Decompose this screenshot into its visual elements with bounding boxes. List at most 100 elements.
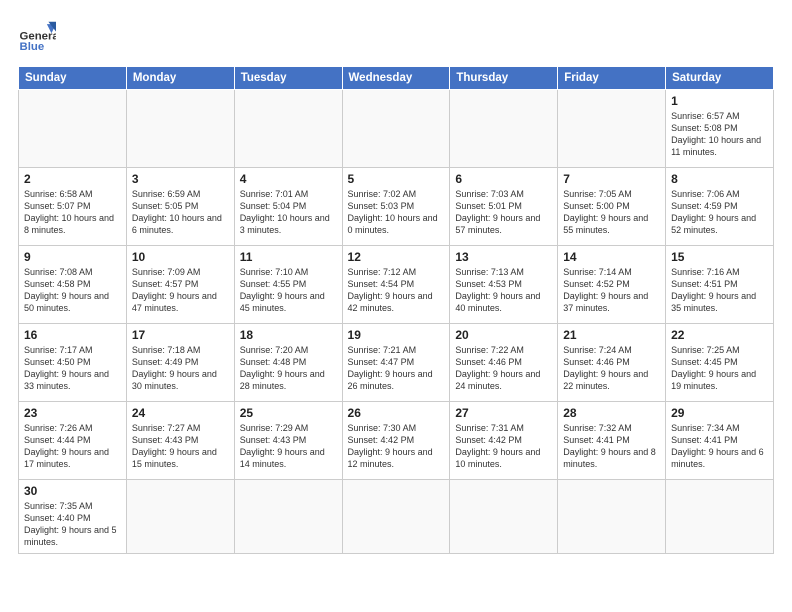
day-number: 1 <box>671 94 768 108</box>
calendar-cell: 24Sunrise: 7:27 AM Sunset: 4:43 PM Dayli… <box>126 402 234 480</box>
day-number: 22 <box>671 328 768 342</box>
day-number: 7 <box>563 172 660 186</box>
day-number: 12 <box>348 250 445 264</box>
day-info: Sunrise: 7:21 AM Sunset: 4:47 PM Dayligh… <box>348 344 445 393</box>
calendar-cell: 11Sunrise: 7:10 AM Sunset: 4:55 PM Dayli… <box>234 246 342 324</box>
col-monday: Monday <box>126 67 234 90</box>
calendar-cell: 13 Sunrise: 7:13 AM Sunset: 4:53 PM Dayli… <box>450 246 558 324</box>
day-number: 5 <box>348 172 445 186</box>
day-info: Sunrise: 7:32 AM Sunset: 4:41 PM Dayligh… <box>563 422 660 471</box>
calendar-cell: 30Sunrise: 7:35 AM Sunset: 4:40 PM Dayli… <box>19 480 127 554</box>
day-number: 13 <box>455 250 552 264</box>
calendar-cell: 16 Sunrise: 7:17 AM Sunset: 4:50 PM Dayli… <box>19 324 127 402</box>
calendar-cell: 23 Sunrise: 7:26 AM Sunset: 4:44 PM Dayli… <box>19 402 127 480</box>
calendar-cell: 2Sunrise: 6:58 AM Sunset: 5:07 PM Daylig… <box>19 168 127 246</box>
calendar-cell: 15 Sunrise: 7:16 AM Sunset: 4:51 PM Dayli… <box>666 246 774 324</box>
calendar-cell: 27Sunrise: 7:31 AM Sunset: 4:42 PM Dayli… <box>450 402 558 480</box>
day-number: 3 <box>132 172 229 186</box>
calendar-cell <box>558 480 666 554</box>
calendar-cell: 21Sunrise: 7:24 AM Sunset: 4:46 PM Dayli… <box>558 324 666 402</box>
calendar-cell <box>19 90 127 168</box>
day-number: 25 <box>240 406 337 420</box>
day-number: 6 <box>455 172 552 186</box>
calendar-table: Sunday Monday Tuesday Wednesday Thursday… <box>18 66 774 554</box>
day-number: 28 <box>563 406 660 420</box>
calendar-cell: 22Sunrise: 7:25 AM Sunset: 4:45 PM Dayli… <box>666 324 774 402</box>
day-number: 19 <box>348 328 445 342</box>
day-info: Sunrise: 7:13 AM Sunset: 4:53 PM Dayligh… <box>455 266 552 315</box>
day-info: Sunrise: 7:17 AM Sunset: 4:50 PM Dayligh… <box>24 344 121 393</box>
day-info: Sunrise: 7:01 AM Sunset: 5:04 PM Dayligh… <box>240 188 337 237</box>
day-info: Sunrise: 6:57 AM Sunset: 5:08 PM Dayligh… <box>671 110 768 159</box>
day-info: Sunrise: 7:06 AM Sunset: 4:59 PM Dayligh… <box>671 188 768 237</box>
day-number: 18 <box>240 328 337 342</box>
day-number: 23 <box>24 406 121 420</box>
calendar-cell: 17Sunrise: 7:18 AM Sunset: 4:49 PM Dayli… <box>126 324 234 402</box>
calendar-cell: 18 Sunrise: 7:20 AM Sunset: 4:48 PM Dayli… <box>234 324 342 402</box>
day-number: 9 <box>24 250 121 264</box>
day-info: Sunrise: 7:14 AM Sunset: 4:52 PM Dayligh… <box>563 266 660 315</box>
day-number: 10 <box>132 250 229 264</box>
calendar-cell: 29 Sunrise: 7:34 AM Sunset: 4:41 PM Dayli… <box>666 402 774 480</box>
day-number: 24 <box>132 406 229 420</box>
calendar-cell <box>126 90 234 168</box>
calendar-cell: 5 Sunrise: 7:02 AM Sunset: 5:03 PM Daylig… <box>342 168 450 246</box>
day-info: Sunrise: 7:22 AM Sunset: 4:46 PM Dayligh… <box>455 344 552 393</box>
calendar-week-row: 9Sunrise: 7:08 AM Sunset: 4:58 PM Daylig… <box>19 246 774 324</box>
calendar-cell: 14 Sunrise: 7:14 AM Sunset: 4:52 PM Dayli… <box>558 246 666 324</box>
calendar-week-row: 30Sunrise: 7:35 AM Sunset: 4:40 PM Dayli… <box>19 480 774 554</box>
day-info: Sunrise: 7:02 AM Sunset: 5:03 PM Dayligh… <box>348 188 445 237</box>
day-number: 15 <box>671 250 768 264</box>
calendar-cell: 1 Sunrise: 6:57 AM Sunset: 5:08 PM Daylig… <box>666 90 774 168</box>
day-info: Sunrise: 7:05 AM Sunset: 5:00 PM Dayligh… <box>563 188 660 237</box>
day-info: Sunrise: 7:29 AM Sunset: 4:43 PM Dayligh… <box>240 422 337 471</box>
day-number: 30 <box>24 484 121 498</box>
calendar-cell: 20Sunrise: 7:22 AM Sunset: 4:46 PM Dayli… <box>450 324 558 402</box>
calendar-cell <box>342 480 450 554</box>
day-number: 14 <box>563 250 660 264</box>
col-sunday: Sunday <box>19 67 127 90</box>
day-info: Sunrise: 7:09 AM Sunset: 4:57 PM Dayligh… <box>132 266 229 315</box>
day-number: 21 <box>563 328 660 342</box>
col-saturday: Saturday <box>666 67 774 90</box>
calendar-cell: 7 Sunrise: 7:05 AM Sunset: 5:00 PM Daylig… <box>558 168 666 246</box>
calendar-cell: 28 Sunrise: 7:32 AM Sunset: 4:41 PM Dayli… <box>558 402 666 480</box>
calendar-cell <box>234 90 342 168</box>
day-number: 2 <box>24 172 121 186</box>
calendar-cell: 25 Sunrise: 7:29 AM Sunset: 4:43 PM Dayli… <box>234 402 342 480</box>
day-info: Sunrise: 7:03 AM Sunset: 5:01 PM Dayligh… <box>455 188 552 237</box>
day-info: Sunrise: 7:16 AM Sunset: 4:51 PM Dayligh… <box>671 266 768 315</box>
calendar-week-row: 1 Sunrise: 6:57 AM Sunset: 5:08 PM Daylig… <box>19 90 774 168</box>
day-info: Sunrise: 7:20 AM Sunset: 4:48 PM Dayligh… <box>240 344 337 393</box>
calendar-cell <box>666 480 774 554</box>
col-wednesday: Wednesday <box>342 67 450 90</box>
calendar-header-row: Sunday Monday Tuesday Wednesday Thursday… <box>19 67 774 90</box>
calendar-cell: 8Sunrise: 7:06 AM Sunset: 4:59 PM Daylig… <box>666 168 774 246</box>
calendar-cell: 4Sunrise: 7:01 AM Sunset: 5:04 PM Daylig… <box>234 168 342 246</box>
calendar-cell: 3 Sunrise: 6:59 AM Sunset: 5:05 PM Daylig… <box>126 168 234 246</box>
calendar-cell: 6 Sunrise: 7:03 AM Sunset: 5:01 PM Daylig… <box>450 168 558 246</box>
calendar-cell <box>558 90 666 168</box>
day-info: Sunrise: 7:31 AM Sunset: 4:42 PM Dayligh… <box>455 422 552 471</box>
calendar-cell: 26 Sunrise: 7:30 AM Sunset: 4:42 PM Dayli… <box>342 402 450 480</box>
day-number: 29 <box>671 406 768 420</box>
col-thursday: Thursday <box>450 67 558 90</box>
day-info: Sunrise: 7:34 AM Sunset: 4:41 PM Dayligh… <box>671 422 768 471</box>
calendar-cell: 19 Sunrise: 7:21 AM Sunset: 4:47 PM Dayli… <box>342 324 450 402</box>
calendar-week-row: 23 Sunrise: 7:26 AM Sunset: 4:44 PM Dayli… <box>19 402 774 480</box>
day-info: Sunrise: 7:26 AM Sunset: 4:44 PM Dayligh… <box>24 422 121 471</box>
generalblue-logo-icon: General Blue <box>18 18 56 56</box>
calendar-cell <box>450 480 558 554</box>
day-number: 17 <box>132 328 229 342</box>
calendar-cell: 12Sunrise: 7:12 AM Sunset: 4:54 PM Dayli… <box>342 246 450 324</box>
page-header: General Blue <box>18 18 774 56</box>
logo: General Blue <box>18 18 56 56</box>
calendar-week-row: 2Sunrise: 6:58 AM Sunset: 5:07 PM Daylig… <box>19 168 774 246</box>
svg-text:Blue: Blue <box>20 41 45 53</box>
calendar-cell: 10 Sunrise: 7:09 AM Sunset: 4:57 PM Dayli… <box>126 246 234 324</box>
calendar-cell <box>450 90 558 168</box>
day-info: Sunrise: 7:30 AM Sunset: 4:42 PM Dayligh… <box>348 422 445 471</box>
day-info: Sunrise: 6:59 AM Sunset: 5:05 PM Dayligh… <box>132 188 229 237</box>
day-number: 26 <box>348 406 445 420</box>
day-number: 16 <box>24 328 121 342</box>
